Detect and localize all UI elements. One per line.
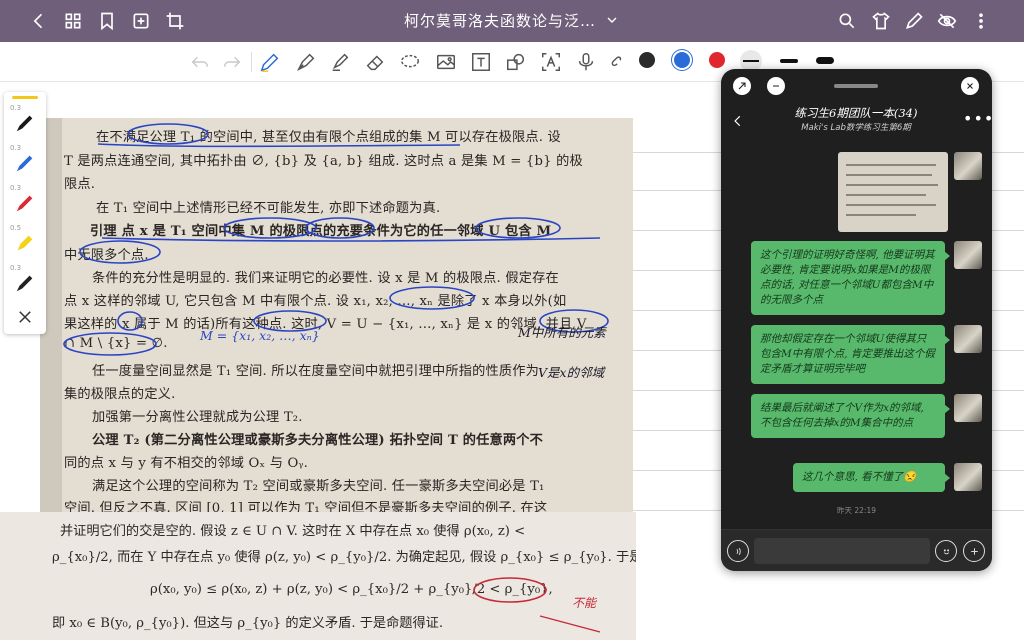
handwritten-note-red: 不能	[572, 596, 597, 610]
handwritten-note: M = {x₁, x₂, …, xₙ}	[200, 328, 320, 343]
stroke-width-medium[interactable]	[780, 59, 798, 63]
color-swatch-blue[interactable]	[674, 52, 690, 68]
voice-input-icon[interactable]	[727, 540, 749, 562]
highlighter-preset-yellow[interactable]: 0.5	[8, 224, 42, 260]
pen-preset-blue[interactable]: 0.3	[8, 144, 42, 180]
text-box-icon[interactable]	[469, 50, 493, 74]
chat-message-bubble[interactable]: 结果最后就阐述了个V作为x的邻域, 不包含任何去掉x的M集合中的点	[751, 394, 950, 438]
highlighter-icon[interactable]	[328, 50, 352, 74]
toolbar-divider	[251, 52, 252, 72]
note-app: 柯尔莫哥洛夫函数论与泛… 在不满足公理 T₁ 的空间中, 甚至仅由有限个点组成的…	[0, 0, 1024, 640]
textbook-photo-2[interactable]: 并证明它们的交是空的. 假设 z ∈ U ∩ V. 这时在 X 中存在点 x₀ …	[0, 512, 636, 640]
chat-timestamp: 昨天 22:19	[837, 506, 876, 515]
pen-preset-black[interactable]: 0.3	[8, 104, 42, 140]
avatar[interactable]	[954, 325, 982, 353]
crop-icon[interactable]	[164, 10, 186, 32]
shirt-theme-icon[interactable]	[870, 10, 892, 32]
ink-annotations-red	[473, 577, 601, 633]
ocr-text-icon[interactable]	[539, 50, 563, 74]
chat-text-input[interactable]	[754, 538, 930, 564]
pen-favorites-strip: 0.3 0.3 0.3 0.5 0.3	[4, 92, 46, 334]
chat-floating-window: 练习生6期团队一本(34) Maki's Lab数学练习生第6期 ••• 这个引…	[721, 69, 992, 571]
active-indicator	[12, 96, 38, 99]
ink-annotations	[63, 123, 609, 356]
avatar[interactable]	[954, 152, 982, 180]
chat-subtitle: Maki's Lab数学练习生第6期	[801, 123, 911, 133]
chat-message-bubble[interactable]: 这几个意思, 看不懂了😒	[793, 463, 950, 492]
close-window-icon[interactable]	[961, 77, 979, 95]
eye-off-icon[interactable]	[936, 10, 958, 32]
grid-view-icon[interactable]	[62, 10, 84, 32]
color-swatch-black[interactable]	[639, 52, 655, 68]
more-vertical-icon[interactable]	[970, 10, 992, 32]
chat-message-bubble[interactable]: 那他却假定存在一个邻域U使得其只包含M中有限个点, 肯定要推出这个假定矛盾才算证…	[751, 325, 950, 384]
document-title[interactable]: 柯尔莫哥洛夫函数论与泛…	[360, 10, 640, 31]
stroke-width-thick[interactable]	[816, 57, 834, 64]
fountain-pen-icon[interactable]	[294, 50, 318, 74]
chat-input-bar	[721, 529, 992, 571]
add-attachment-icon[interactable]	[963, 540, 985, 562]
lasso-select-icon[interactable]	[398, 50, 422, 74]
top-bar: 柯尔莫哥洛夫函数论与泛…	[0, 0, 1024, 42]
pen-tool-icon[interactable]	[258, 50, 282, 74]
chat-title: 练习生6期团队一本(34)	[794, 106, 918, 120]
avatar[interactable]	[954, 394, 982, 422]
microphone-icon[interactable]	[574, 50, 598, 74]
chat-back-icon[interactable]	[731, 113, 745, 132]
handwritten-note: V是x的邻域	[538, 365, 605, 380]
back-arrow-icon[interactable]	[28, 10, 50, 32]
bookmark-icon[interactable]	[96, 10, 118, 32]
add-page-icon[interactable]	[130, 10, 152, 32]
avatar[interactable]	[954, 241, 982, 269]
minimize-icon[interactable]	[767, 77, 785, 95]
redo-icon[interactable]	[220, 50, 244, 74]
shapes-icon[interactable]	[504, 50, 528, 74]
chat-more-icon[interactable]: •••	[963, 109, 992, 128]
emoji-icon[interactable]	[935, 540, 957, 562]
close-icon[interactable]	[16, 308, 34, 326]
search-icon[interactable]	[836, 10, 858, 32]
pen-preset-red[interactable]: 0.3	[8, 184, 42, 220]
drag-handle[interactable]	[834, 84, 878, 88]
undo-icon[interactable]	[188, 50, 212, 74]
chevron-down-icon[interactable]	[604, 12, 620, 32]
pen-preset-dark[interactable]: 0.3	[8, 264, 42, 300]
chat-message-bubble[interactable]: 这个引理的证明好奇怪啊, 他要证明其必要性, 肯定要说明x如果是M的极限点的话,…	[751, 241, 950, 315]
pencil-edit-icon[interactable]	[903, 10, 925, 32]
eraser-icon[interactable]	[363, 50, 387, 74]
image-message[interactable]	[838, 152, 948, 232]
image-insert-icon[interactable]	[434, 50, 458, 74]
color-swatch-red[interactable]	[709, 52, 725, 68]
avatar[interactable]	[954, 463, 982, 491]
handwritten-note: M中所有的元素	[518, 325, 606, 340]
textbook-photo-1[interactable]: 在不满足公理 T₁ 的空间中, 甚至仅由有限个点组成的集 M 可以存在极限点. …	[40, 118, 633, 514]
window-resize-icon[interactable]	[733, 77, 751, 95]
link-icon[interactable]	[607, 50, 631, 74]
